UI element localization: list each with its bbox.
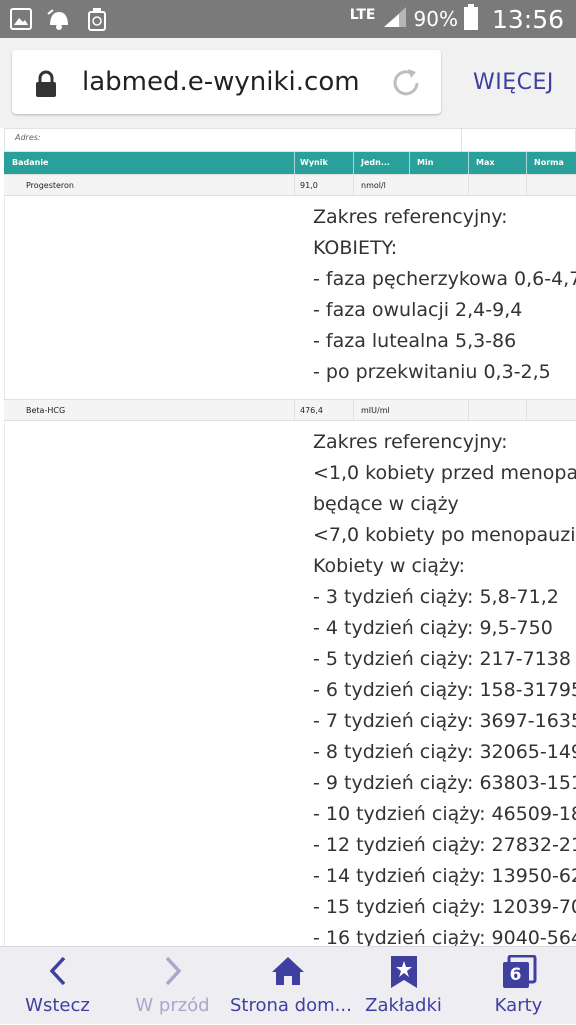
lock-icon [34,70,58,102]
note-line: - 10 tydzień ciąży: 46509-186977 [313,803,576,825]
note-line: będące w ciąży [313,493,459,515]
address-row: Adres: [4,128,576,153]
note-line: - po przekwitaniu 0,3-2,5 [313,361,551,383]
tabs-label: Karty [494,995,543,1016]
note-line: Zakres referencyjny: [313,431,508,453]
column-divider [526,175,527,195]
column-header-jednostka: Jedn... [361,158,390,167]
column-divider [294,400,295,420]
reference-notes-box: Zakres referencyjny: <1,0 kobiety przed … [4,421,576,946]
alarm-notification-icon [46,6,72,32]
forward-label: W przód [135,995,210,1016]
tabs-icon: 6 [501,955,537,989]
note-line: - 5 tydzień ciąży: 217-7138 [313,648,571,670]
network-type: LTE [349,7,376,23]
column-divider [353,152,354,174]
test-name: Beta-HCG [26,406,66,415]
table-row: Progesteron 91,0 nmol/l [4,174,576,196]
column-divider [468,152,469,174]
note-line: - faza lutealna 5,3-86 [313,330,517,352]
column-divider [353,400,354,420]
column-divider [468,400,469,420]
cell-divider [461,129,462,153]
column-divider [468,175,469,195]
browser-toolbar: labmed.e-wyniki.com WIĘCEJ [0,38,576,128]
note-line: - faza pęcherzykowa 0,6-4,7 [313,268,576,290]
note-line: - 15 tydzień ciąży: 12039-70971 [313,896,576,918]
tabs-button[interactable]: 6 Karty [461,947,576,1025]
note-line: - faza owulacji 2,4-9,4 [313,299,523,321]
bottom-navigation: Wstecz W przód Strona dom... Zakładki 6 … [0,946,576,1024]
column-header-min: Min [417,158,434,167]
more-button[interactable]: WIĘCEJ [473,70,554,95]
chevron-right-icon [162,955,184,991]
back-label: Wstecz [25,995,90,1016]
clock: 13:56 [491,4,564,34]
column-header-badanie: Badanie [12,158,49,167]
signal-icon [382,5,408,33]
note-line: - 3 tydzień ciąży: 5,8-71,2 [313,586,559,608]
battery-percent: 90% [413,7,458,31]
column-header-wynik: Wynik [300,158,328,167]
note-line: - 16 tydzień ciąży: 9040-56451 [313,927,576,946]
home-icon [271,955,305,991]
address-bar[interactable]: labmed.e-wyniki.com [12,50,441,114]
column-divider [294,175,295,195]
column-divider [294,152,295,174]
url-text[interactable]: labmed.e-wyniki.com [82,67,360,97]
gallery-notification-icon [8,6,34,32]
test-unit: nmol/l [361,181,386,190]
note-line: KOBIETY: [313,237,398,259]
reference-notes: Zakres referencyjny: <1,0 kobiety przed … [313,427,576,946]
test-value: 91,0 [300,181,318,190]
note-line: Zakres referencyjny: [313,206,508,228]
note-line: - 7 tydzień ciąży: 3697-163563 [313,710,576,732]
column-header-norma: Norma [534,158,564,167]
note-line: - 6 tydzień ciąży: 158-31795 [313,679,576,701]
note-line: <1,0 kobiety przed menopauzą [313,462,576,484]
note-line: Kobiety w ciąży: [313,555,466,577]
note-line: - 12 tydzień ciąży: 27832-210612 [313,834,576,856]
column-divider [353,175,354,195]
table-row: Beta-HCG 476,4 mIU/ml [4,399,576,421]
chevron-left-icon [47,955,69,991]
battery-icon [463,4,478,34]
reference-notes-box: Zakres referencyjny: KOBIETY: - faza pęc… [4,196,576,400]
reference-notes: Zakres referencyjny: KOBIETY: - faza pęc… [313,202,576,388]
home-button[interactable]: Strona dom... [230,947,352,1025]
column-divider [526,152,527,174]
note-line: <7,0 kobiety po menopauzie [313,524,576,546]
column-divider [409,152,410,174]
note-line: - 9 tydzień ciąży: 63803-151410 [313,772,576,794]
recycle-notification-icon [84,6,110,32]
test-name: Progesteron [26,181,74,190]
column-header-max: Max [476,158,495,167]
page-content: Adres: Badanie Wynik Jedn... Min Max Nor… [0,128,576,946]
bookmarks-button[interactable]: Zakładki [346,947,461,1025]
back-button[interactable]: Wstecz [0,947,115,1025]
tab-count: 6 [509,965,522,985]
bookmarks-label: Zakładki [365,995,442,1016]
reload-icon[interactable] [389,66,423,104]
results-table-header: Badanie Wynik Jedn... Min Max Norma [4,152,576,174]
note-line: - 14 tydzień ciąży: 13950-62530 [313,865,576,887]
test-unit: mIU/ml [361,406,390,415]
status-bar: LTE 90% 13:56 [0,0,576,38]
forward-button[interactable]: W przód [115,947,230,1025]
note-line: - 8 tydzień ciąży: 32065-149571 [313,741,576,763]
address-label: Adres: [15,133,41,142]
column-divider [526,400,527,420]
test-value: 476,4 [300,406,323,415]
home-label: Strona dom... [230,995,352,1016]
note-line: - 4 tydzień ciąży: 9,5-750 [313,617,553,639]
bookmark-icon [390,955,418,993]
